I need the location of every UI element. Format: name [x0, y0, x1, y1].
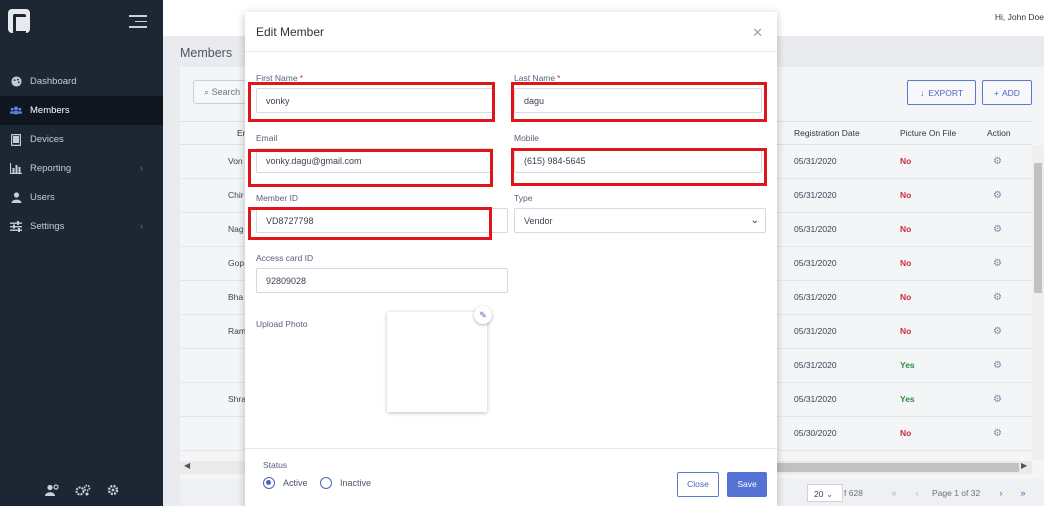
highlight-box	[248, 82, 495, 122]
email-label: Email	[256, 133, 278, 143]
chevron-down-icon: ⌄	[750, 215, 759, 226]
divider	[245, 448, 777, 449]
type-select[interactable]: Vendor ⌄	[514, 208, 766, 233]
mobile-label: Mobile	[514, 133, 540, 143]
access-card-label: Access card ID	[256, 253, 314, 263]
member-id-label: Member ID	[256, 193, 299, 203]
highlight-box	[248, 207, 492, 240]
highlight-box	[511, 82, 767, 122]
divider	[245, 51, 777, 52]
edit-member-modal: Edit Member ✕ First Name * vonky Last Nam…	[245, 12, 777, 506]
highlight-box	[511, 148, 767, 186]
status-inactive-label[interactable]: Inactive	[340, 478, 371, 488]
upload-photo-label: Upload Photo	[256, 319, 308, 329]
highlight-box	[248, 149, 493, 187]
close-icon[interactable]: ✕	[752, 25, 763, 41]
type-label: Type	[514, 193, 533, 203]
access-card-field[interactable]: 92809028	[256, 268, 508, 293]
status-inactive-radio[interactable]	[320, 477, 332, 489]
status-active-label[interactable]: Active	[283, 478, 308, 488]
close-button[interactable]: Close	[677, 472, 719, 497]
status-label: Status	[263, 460, 288, 470]
save-button[interactable]: Save	[727, 472, 767, 497]
photo-upload-area[interactable]	[387, 312, 487, 412]
type-select-value: Vendor	[524, 216, 553, 226]
modal-title: Edit Member	[256, 25, 325, 39]
pencil-icon[interactable]: ✎	[474, 306, 492, 324]
status-active-radio[interactable]	[263, 477, 275, 489]
